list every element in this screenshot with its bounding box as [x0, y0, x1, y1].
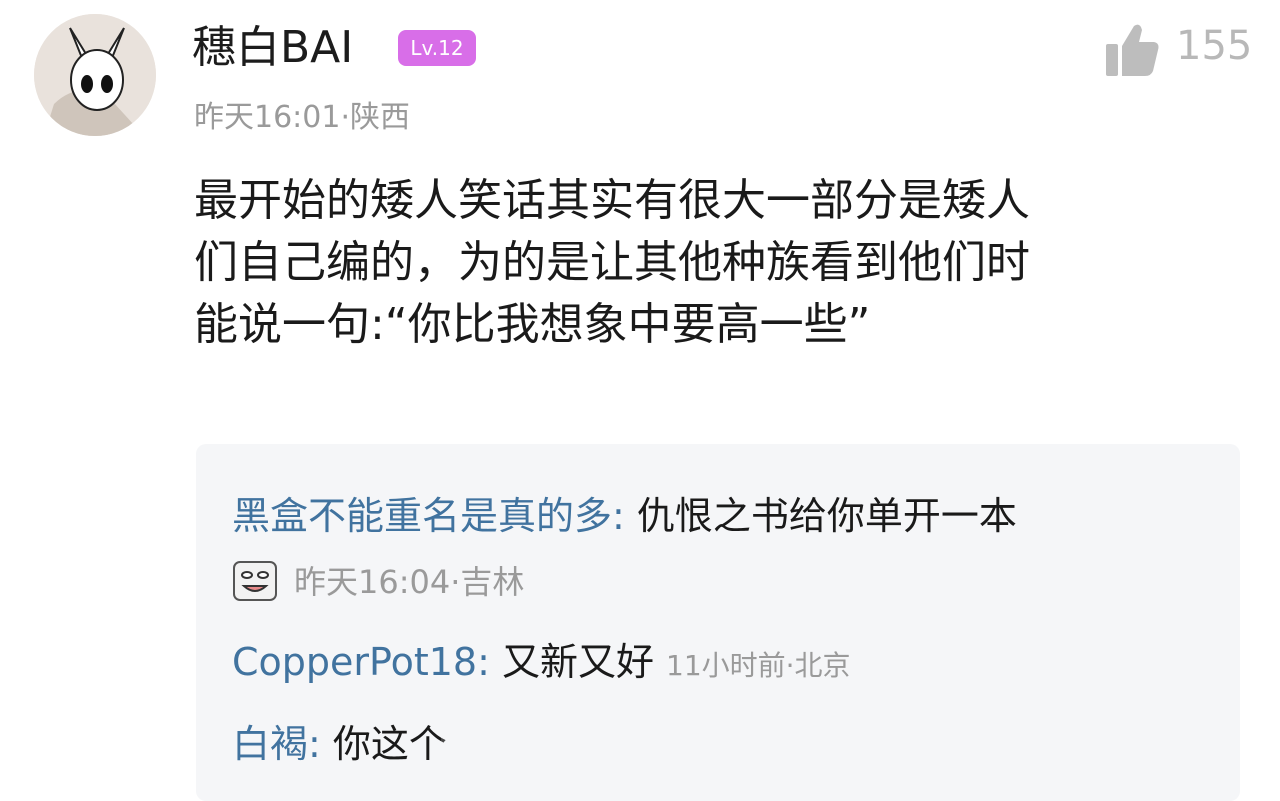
username[interactable]: 穗白BAI — [192, 22, 353, 74]
reply-time-location: 昨天16:04·吉林 — [294, 563, 525, 601]
reply-time-location: 11小时前·北京 — [666, 649, 851, 682]
post-time-location: 昨天16:01·陕西 — [194, 100, 410, 135]
reply-separator: : — [308, 722, 333, 766]
reply-author[interactable]: 白褐 — [232, 722, 308, 766]
hollow-knight-avatar-icon — [34, 14, 156, 136]
reply-separator: : — [477, 640, 502, 684]
like-count: 155 — [1176, 23, 1253, 69]
post-content[interactable]: 最开始的矮人笑话其实有很大一部分是矮人 们自己编的，为的是让其他种族看到他们时 … — [194, 170, 1254, 356]
thumbs-up-icon — [1106, 24, 1159, 77]
reply-item[interactable]: 黑盒不能重名是真的多: 仇恨之书给你单开一本 — [232, 490, 1017, 542]
reply-text: 仇恨之书给你单开一本 — [636, 494, 1017, 538]
meme-face-icon — [232, 560, 278, 602]
like-button[interactable]: 155 — [1100, 14, 1260, 78]
reply-item[interactable]: CopperPot18: 又新又好 11小时前·北京 — [232, 636, 851, 692]
reply-panel[interactable]: 黑盒不能重名是真的多: 仇恨之书给你单开一本 昨天16:04·吉林 Copper… — [196, 444, 1240, 801]
reply-meta: 昨天16:04·吉林 — [232, 560, 524, 605]
reply-author[interactable]: 黑盒不能重名是真的多 — [232, 494, 612, 538]
text-fade-overlay — [440, 726, 701, 767]
user-avatar[interactable] — [34, 14, 156, 136]
reply-separator: : — [612, 494, 637, 538]
level-badge: Lv.12 — [398, 30, 476, 66]
reply-author[interactable]: CopperPot18 — [232, 640, 477, 684]
reply-item[interactable]: 白褐: 你这个 — [232, 718, 701, 770]
reply-text: 你这个 — [332, 722, 447, 766]
reply-text: 又新又好 — [501, 640, 654, 684]
